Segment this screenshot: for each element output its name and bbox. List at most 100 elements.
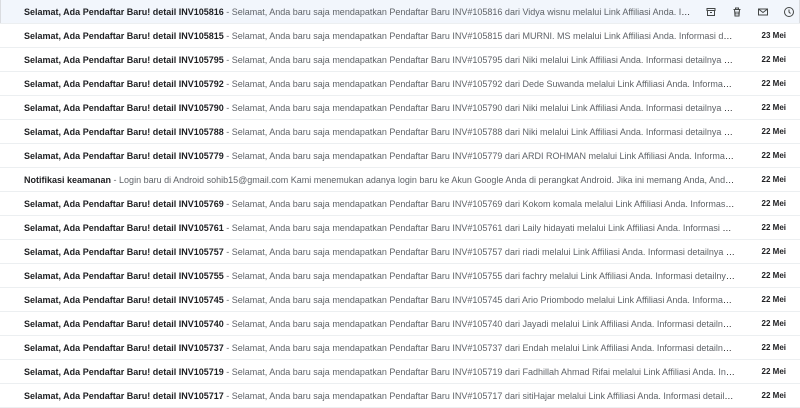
email-subject: Selamat, Ada Pendaftar Baru! detail INV1… <box>24 6 224 17</box>
email-row[interactable]: Selamat, Ada Pendaftar Baru! detail INV1… <box>0 144 800 168</box>
email-row[interactable]: Selamat, Ada Pendaftar Baru! detail INV1… <box>0 264 800 288</box>
email-snippet: Selamat, Anda baru saja mendapatkan Pend… <box>231 390 746 401</box>
delete-button[interactable] <box>730 5 744 19</box>
email-subject: Selamat, Ada Pendaftar Baru! detail INV1… <box>24 198 224 209</box>
email-snippet: Selamat, Anda baru saja mendapatkan Pend… <box>231 366 746 377</box>
email-list: Selamat, Ada Pendaftar Baru! detail INV1… <box>0 0 800 408</box>
email-text: Selamat, Ada Pendaftar Baru! detail INV1… <box>24 223 746 233</box>
email-row[interactable]: Selamat, Ada Pendaftar Baru! detail INV1… <box>0 24 800 48</box>
email-text: Selamat, Ada Pendaftar Baru! detail INV1… <box>24 247 746 257</box>
email-subject: Selamat, Ada Pendaftar Baru! detail INV1… <box>24 318 224 329</box>
email-text: Selamat, Ada Pendaftar Baru! detail INV1… <box>24 31 746 41</box>
email-separator: - <box>223 294 232 305</box>
row-hover-actions <box>700 5 796 19</box>
email-text: Selamat, Ada Pendaftar Baru! detail INV1… <box>24 295 746 305</box>
email-date: 22 Mei <box>761 55 786 64</box>
snooze-button[interactable] <box>782 5 796 19</box>
email-text: Selamat, Ada Pendaftar Baru! detail INV1… <box>24 391 746 401</box>
email-row[interactable]: Selamat, Ada Pendaftar Baru! detail INV1… <box>0 288 800 312</box>
email-text: Selamat, Ada Pendaftar Baru! detail INV1… <box>24 55 746 65</box>
email-snippet: Selamat, Anda baru saja mendapatkan Pend… <box>231 6 700 17</box>
email-separator: - <box>223 30 232 41</box>
email-date: 22 Mei <box>761 79 786 88</box>
email-date: 22 Mei <box>761 175 786 184</box>
email-snippet: Selamat, Anda baru saja mendapatkan Pend… <box>231 222 746 233</box>
email-snippet: Selamat, Anda baru saja mendapatkan Pend… <box>231 150 746 161</box>
email-subject: Selamat, Ada Pendaftar Baru! detail INV1… <box>24 126 224 137</box>
email-date: 22 Mei <box>761 343 786 352</box>
email-subject: Selamat, Ada Pendaftar Baru! detail INV1… <box>24 54 224 65</box>
email-date: 23 Mei <box>761 31 786 40</box>
email-date: 22 Mei <box>761 367 786 376</box>
email-row[interactable]: Notifikasi keamanan - Login baru di Andr… <box>0 168 800 192</box>
email-subject: Selamat, Ada Pendaftar Baru! detail INV1… <box>24 78 224 89</box>
email-snippet: Selamat, Anda baru saja mendapatkan Pend… <box>231 126 746 137</box>
email-row[interactable]: Selamat, Ada Pendaftar Baru! detail INV1… <box>0 312 800 336</box>
email-separator: - <box>223 126 232 137</box>
email-snippet: Selamat, Anda baru saja mendapatkan Pend… <box>231 294 746 305</box>
email-separator: - <box>223 54 232 65</box>
email-snippet: Selamat, Anda baru saja mendapatkan Pend… <box>231 78 746 89</box>
mark-unread-icon <box>758 8 768 15</box>
email-text: Selamat, Ada Pendaftar Baru! detail INV1… <box>24 151 746 161</box>
email-subject: Notifikasi keamanan <box>24 174 112 185</box>
snooze-icon <box>784 6 794 17</box>
email-separator: - <box>223 6 232 17</box>
email-row[interactable]: Selamat, Ada Pendaftar Baru! detail INV1… <box>0 48 800 72</box>
archive-button[interactable] <box>704 5 718 19</box>
email-snippet: Selamat, Anda baru saja mendapatkan Pend… <box>231 30 746 41</box>
email-row[interactable]: Selamat, Ada Pendaftar Baru! detail INV1… <box>0 96 800 120</box>
email-separator: - <box>223 198 232 209</box>
email-text: Selamat, Ada Pendaftar Baru! detail INV1… <box>24 271 746 281</box>
email-row[interactable]: Selamat, Ada Pendaftar Baru! detail INV1… <box>0 360 800 384</box>
email-row[interactable]: Selamat, Ada Pendaftar Baru! detail INV1… <box>0 120 800 144</box>
email-separator: - <box>223 366 232 377</box>
email-date: 22 Mei <box>761 151 786 160</box>
email-text: Selamat, Ada Pendaftar Baru! detail INV1… <box>24 103 746 113</box>
email-date: 22 Mei <box>761 391 786 400</box>
email-subject: Selamat, Ada Pendaftar Baru! detail INV1… <box>24 390 224 401</box>
email-separator: - <box>223 342 232 353</box>
email-row[interactable]: Selamat, Ada Pendaftar Baru! detail INV1… <box>0 72 800 96</box>
email-subject: Selamat, Ada Pendaftar Baru! detail INV1… <box>24 294 224 305</box>
mark-unread-button[interactable] <box>756 5 770 19</box>
email-text: Selamat, Ada Pendaftar Baru! detail INV1… <box>24 319 746 329</box>
email-text: Selamat, Ada Pendaftar Baru! detail INV1… <box>24 367 746 377</box>
email-subject: Selamat, Ada Pendaftar Baru! detail INV1… <box>24 342 224 353</box>
email-snippet: Selamat, Anda baru saja mendapatkan Pend… <box>231 270 746 281</box>
email-row[interactable]: Selamat, Ada Pendaftar Baru! detail INV1… <box>0 192 800 216</box>
email-separator: - <box>223 270 232 281</box>
email-row[interactable]: Selamat, Ada Pendaftar Baru! detail INV1… <box>0 240 800 264</box>
email-subject: Selamat, Ada Pendaftar Baru! detail INV1… <box>24 222 224 233</box>
email-separator: - <box>223 246 232 257</box>
email-date: 22 Mei <box>761 127 786 136</box>
email-date: 22 Mei <box>761 103 786 112</box>
email-row[interactable]: Selamat, Ada Pendaftar Baru! detail INV1… <box>0 384 800 408</box>
email-row[interactable]: Selamat, Ada Pendaftar Baru! detail INV1… <box>0 216 800 240</box>
email-row[interactable]: Selamat, Ada Pendaftar Baru! detail INV1… <box>0 336 800 360</box>
email-snippet: Selamat, Anda baru saja mendapatkan Pend… <box>231 198 746 209</box>
email-snippet: Login baru di Android sohib15@gmail.com … <box>119 174 746 185</box>
email-subject: Selamat, Ada Pendaftar Baru! detail INV1… <box>24 102 224 113</box>
email-separator: - <box>223 318 232 329</box>
email-snippet: Selamat, Anda baru saja mendapatkan Pend… <box>231 342 746 353</box>
email-text: Selamat, Ada Pendaftar Baru! detail INV1… <box>24 79 746 89</box>
email-snippet: Selamat, Anda baru saja mendapatkan Pend… <box>231 246 746 257</box>
email-date: 22 Mei <box>761 271 786 280</box>
email-row[interactable]: Selamat, Ada Pendaftar Baru! detail INV1… <box>0 0 800 24</box>
email-separator: - <box>223 78 232 89</box>
email-text: Selamat, Ada Pendaftar Baru! detail INV1… <box>24 199 746 209</box>
email-text: Selamat, Ada Pendaftar Baru! detail INV1… <box>24 343 746 353</box>
email-separator: - <box>223 222 232 233</box>
email-subject: Selamat, Ada Pendaftar Baru! detail INV1… <box>24 366 224 377</box>
email-date: 22 Mei <box>761 247 786 256</box>
email-date: 22 Mei <box>761 199 786 208</box>
email-date: 22 Mei <box>761 319 786 328</box>
email-separator: - <box>111 174 120 185</box>
email-subject: Selamat, Ada Pendaftar Baru! detail INV1… <box>24 270 224 281</box>
email-date: 22 Mei <box>761 295 786 304</box>
delete-icon <box>733 7 741 16</box>
email-snippet: Selamat, Anda baru saja mendapatkan Pend… <box>231 54 746 65</box>
email-separator: - <box>223 390 232 401</box>
email-subject: Selamat, Ada Pendaftar Baru! detail INV1… <box>24 150 224 161</box>
